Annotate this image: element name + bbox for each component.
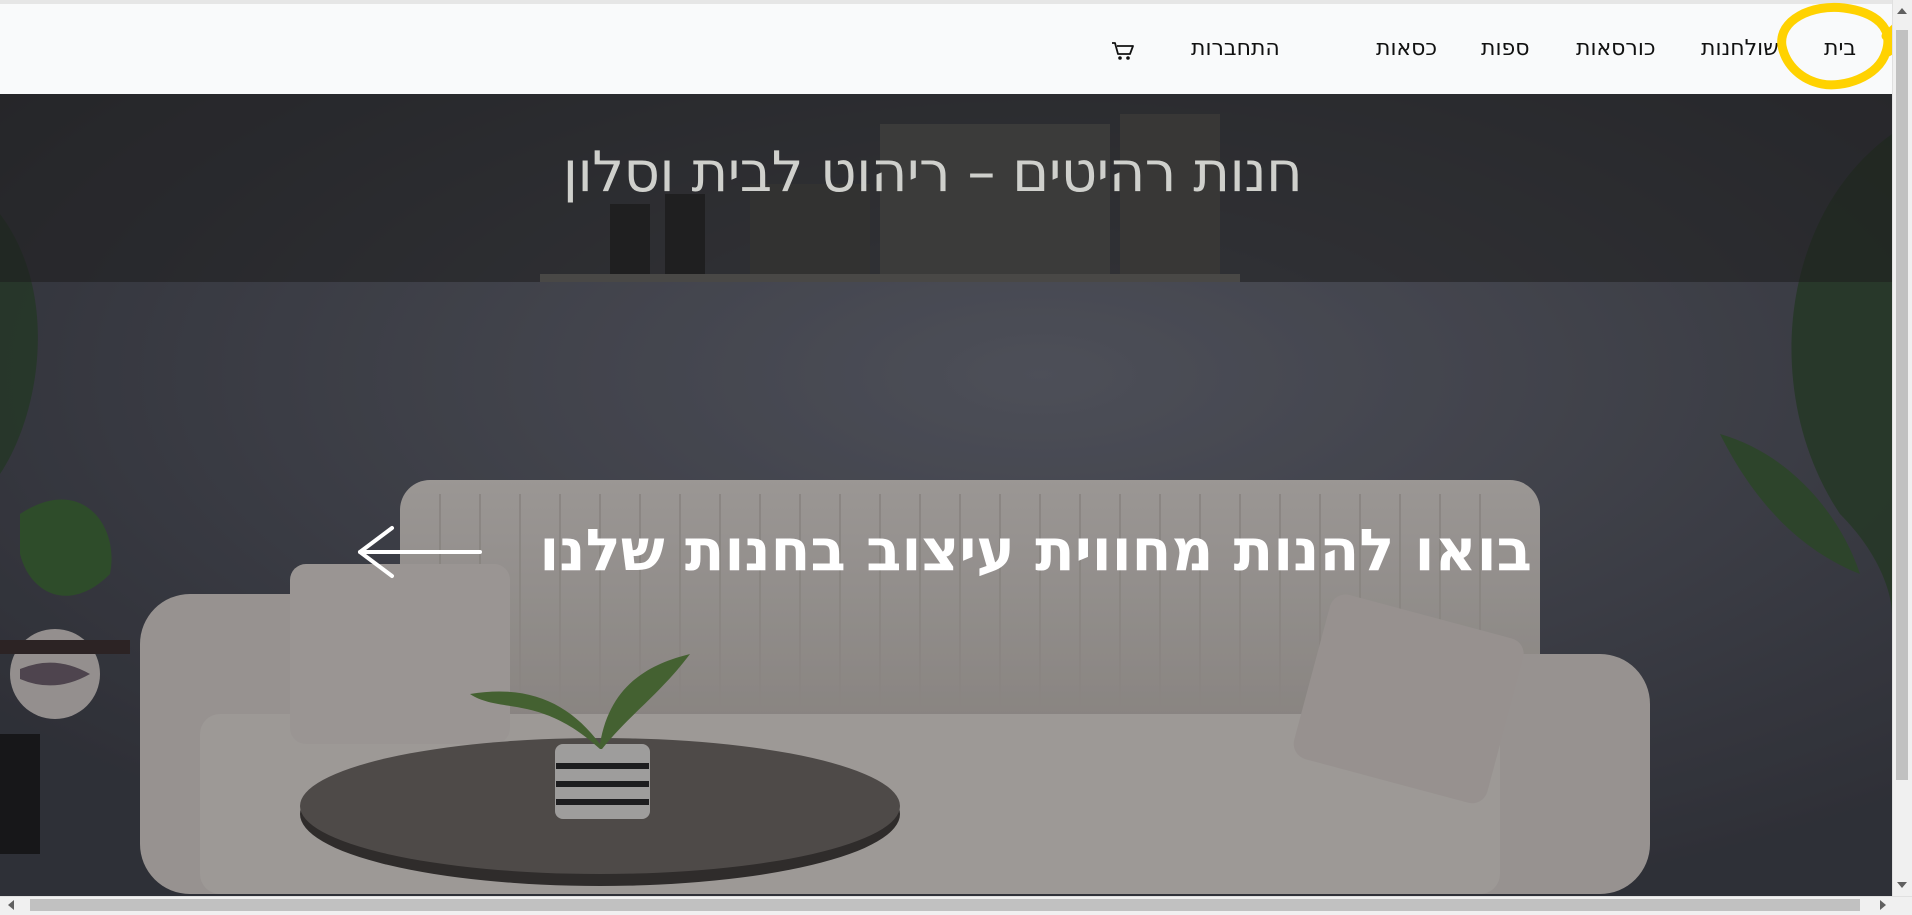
hero-cta-text[interactable]: בואו להנות מחווית עיצוב בחנות שלנו (539, 516, 1532, 584)
nav-item-tables[interactable]: שולחנות (1701, 36, 1779, 61)
hero-cta[interactable]: בואו להנות מחווית עיצוב בחנות שלנו (352, 516, 1532, 586)
nav-item-home[interactable]: בית (1824, 36, 1856, 61)
hero-section: חנות רהיטים – ריהוט לבית וסלון בואו להנו… (0, 94, 1892, 896)
horizontal-scroll-thumb[interactable] (30, 899, 1860, 911)
nav-item-sofas[interactable]: ספות (1481, 36, 1529, 61)
nav-item-login[interactable]: התחברות (1191, 36, 1280, 61)
page: בית שולחנות כורסאות ספות כסאות התחברות ח… (0, 0, 1892, 896)
nav-item-armchairs[interactable]: כורסאות (1576, 36, 1655, 61)
navbar: בית שולחנות כורסאות ספות כסאות התחברות (0, 4, 1892, 94)
nav-item-chairs[interactable]: כסאות (1376, 36, 1437, 61)
scroll-left-arrow-icon[interactable] (8, 900, 14, 910)
scroll-right-arrow-icon[interactable] (1880, 900, 1886, 910)
scroll-down-arrow-icon[interactable] (1897, 882, 1907, 888)
cart-icon[interactable] (1111, 40, 1135, 62)
arrow-left-icon[interactable] (352, 524, 482, 580)
scroll-up-arrow-icon[interactable] (1897, 8, 1907, 14)
page-title: חנות רהיטים – ריהוט לבית וסלון (562, 140, 1303, 205)
vertical-scroll-thumb[interactable] (1896, 30, 1908, 780)
